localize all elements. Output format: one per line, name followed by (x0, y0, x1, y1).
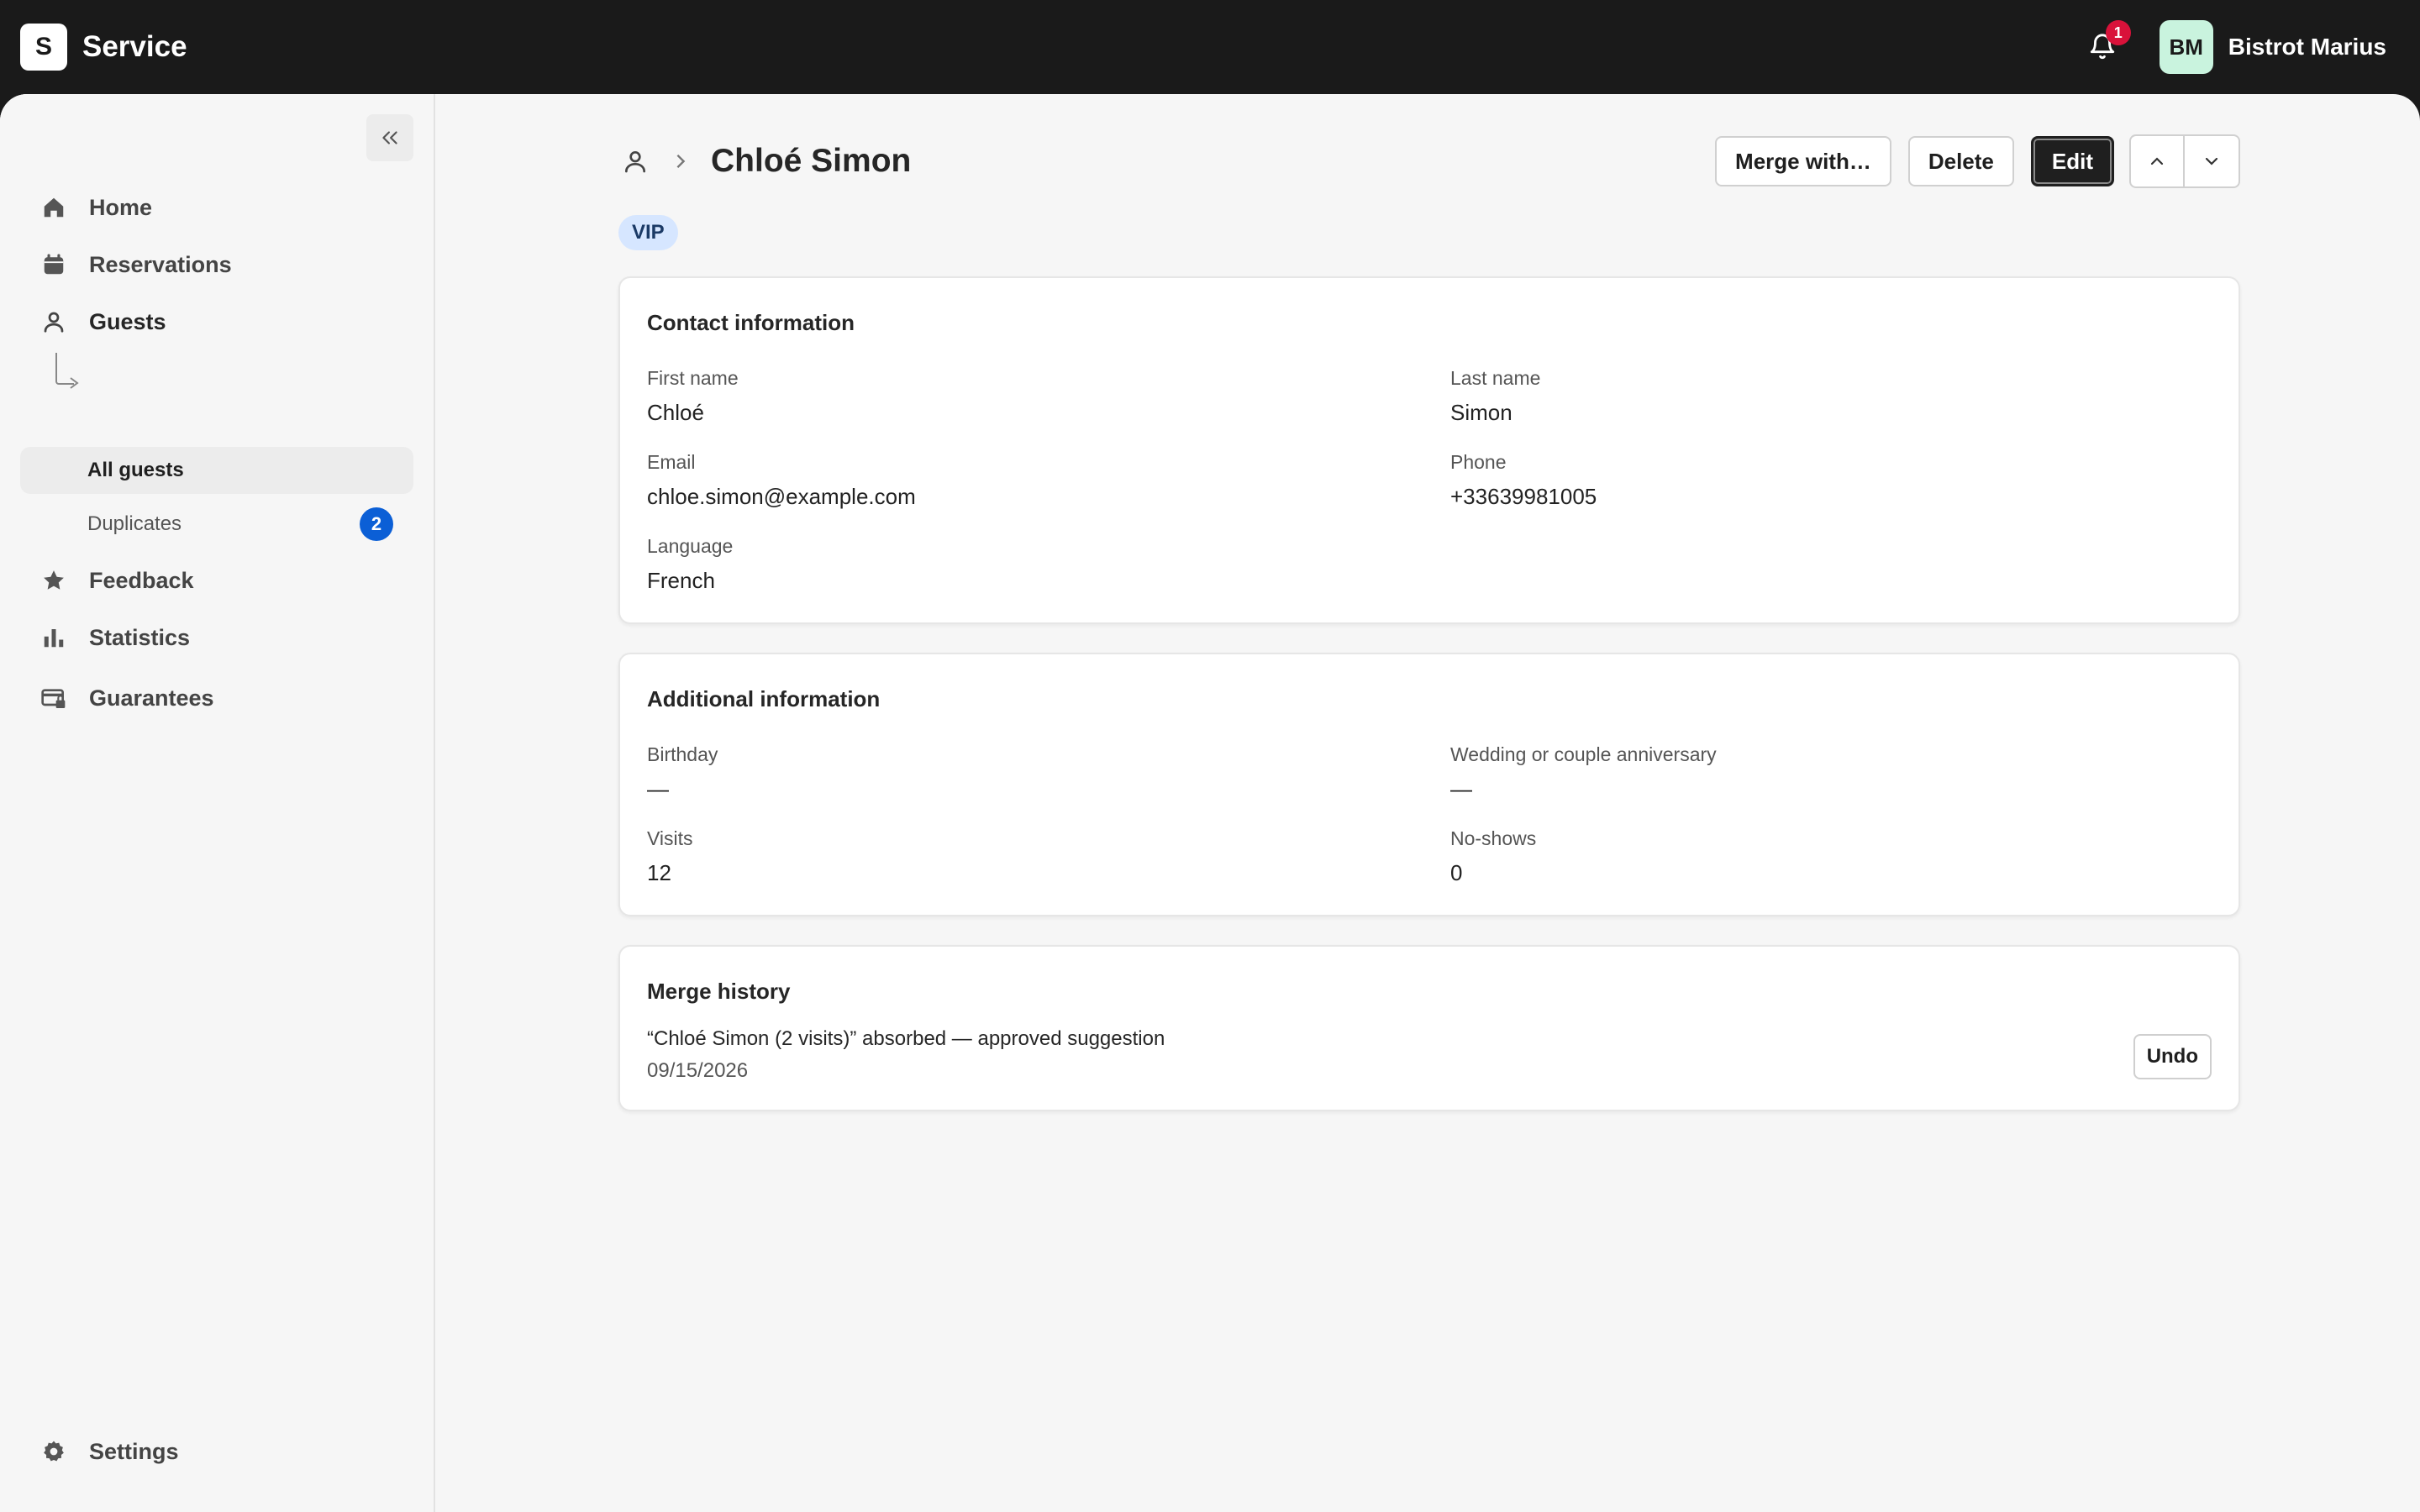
merge-history-card: Merge history “Chloé Simon (2 visits)” a… (618, 945, 2240, 1111)
sidebar-item-reservations[interactable]: Reservations (20, 239, 413, 290)
card-title: Additional information (647, 686, 881, 711)
duplicates-count-badge: 2 (360, 507, 393, 541)
previous-guest-button[interactable] (2129, 134, 2185, 188)
app-logo[interactable]: S (20, 24, 67, 71)
sidebar-subitem-label: All guests (87, 459, 184, 481)
visits-field: Visits 12 (647, 827, 693, 886)
sidebar-subitem-label: Duplicates (87, 512, 182, 535)
field-value: 12 (647, 860, 671, 885)
notifications-button[interactable]: 1 (2079, 20, 2131, 71)
double-chevron-left-icon (382, 131, 397, 144)
merge-history-entry-date: 09/15/2026 (647, 1059, 749, 1082)
birthday-field: Birthday — (647, 743, 718, 802)
sidebar-item-guarantees[interactable]: Guarantees (20, 673, 413, 723)
field-value: Simon (1450, 400, 1512, 425)
home-icon (40, 194, 67, 221)
sidebar-item-feedback[interactable]: Feedback (20, 555, 413, 606)
first-name-field: First name Chloé (647, 367, 739, 426)
org-name[interactable]: Bistrot Marius (2228, 34, 2386, 60)
phone-field: Phone +33639981005 (1450, 451, 1597, 510)
field-value: 0 (1450, 860, 1463, 885)
sidebar-item-label: Home (89, 194, 153, 220)
field-label: Phone (1450, 451, 1507, 473)
record-navigation (2129, 134, 2240, 188)
field-label: First name (647, 367, 739, 389)
additional-information-card: Additional information Birthday — Weddin… (618, 653, 2240, 916)
sidebar-item-label: Guarantees (89, 685, 214, 711)
next-guest-button[interactable] (2185, 134, 2240, 188)
merge-with-button[interactable]: Merge with… (1715, 136, 1891, 186)
notification-count-badge: 1 (2105, 20, 2131, 45)
undo-merge-button[interactable]: Undo (2133, 1034, 2212, 1079)
field-value: — (1450, 776, 1472, 801)
chevron-right-icon (671, 144, 691, 178)
sidebar-item-label: Reservations (89, 251, 232, 277)
sidebar-item-label: Feedback (89, 567, 194, 593)
star-icon (40, 567, 67, 594)
page-title: Chloé Simon (711, 143, 912, 179)
field-value: +33639981005 (1450, 484, 1597, 509)
field-value: Chloé (647, 400, 704, 425)
person-icon (40, 308, 67, 335)
merge-history-entry-text: “Chloé Simon (2 visits)” absorbed — appr… (647, 1027, 1165, 1050)
edit-button[interactable]: Edit (2030, 136, 2114, 186)
field-label: Last name (1450, 367, 1541, 389)
breadcrumb-guests-link[interactable] (618, 144, 652, 178)
main-content: Chloé Simon Merge with… Delete Edit VIP … (437, 94, 2420, 1512)
chevron-up-icon (2150, 157, 2164, 165)
field-label: No-shows (1450, 827, 1537, 849)
sidebar: Home Reservations Guests All guests Dupl… (0, 94, 435, 1512)
email-field: Email chloe.simon@example.com (647, 451, 916, 510)
avatar[interactable]: BM (2159, 20, 2213, 74)
collapse-sidebar-button[interactable] (366, 114, 413, 161)
card-title: Contact information (647, 310, 855, 335)
sidebar-item-label: Statistics (89, 624, 191, 650)
contact-information-card: Contact information First name Chloé Las… (618, 276, 2240, 624)
arrow-right-icon (70, 377, 79, 389)
sidebar-subitem-all-guests[interactable]: All guests (20, 447, 413, 494)
field-value: — (647, 776, 669, 801)
bar-chart-icon (40, 624, 67, 651)
anniversary-field: Wedding or couple anniversary — (1450, 743, 1717, 802)
sidebar-item-statistics[interactable]: Statistics (20, 612, 413, 663)
calendar-icon (40, 251, 67, 278)
field-label: Birthday (647, 743, 718, 765)
gear-icon (40, 1438, 67, 1465)
field-label: Visits (647, 827, 693, 849)
card-title: Merge history (647, 979, 791, 1004)
delete-button[interactable]: Delete (1907, 136, 2014, 186)
field-label: Email (647, 451, 696, 473)
chevron-down-icon (2205, 157, 2218, 165)
field-value: chloe.simon@example.com (647, 484, 916, 509)
field-value: French (647, 568, 715, 593)
card-lock-icon (40, 685, 67, 711)
top-bar: S Service 1 BM Bistrot Marius (0, 0, 2420, 94)
field-label: Wedding or couple anniversary (1450, 743, 1717, 765)
page-actions: Merge with… Delete Edit (1698, 133, 2240, 190)
sidebar-item-home[interactable]: Home (20, 182, 413, 233)
sidebar-subitem-duplicates[interactable]: Duplicates 2 (20, 501, 413, 548)
sidebar-item-label: Guests (89, 308, 166, 334)
sidebar-item-guests[interactable]: Guests (20, 297, 413, 347)
language-field: Language French (647, 535, 733, 594)
vip-tag: VIP (618, 215, 678, 250)
top-right-controls: 1 BM Bistrot Marius (2079, 0, 2386, 94)
app-name: Service (82, 30, 187, 63)
last-name-field: Last name Simon (1450, 367, 1540, 426)
no-shows-field: No-shows 0 (1450, 827, 1536, 886)
page-header: Chloé Simon Merge with… Delete Edit (618, 133, 2240, 190)
sidebar-item-label: Settings (89, 1438, 179, 1464)
app-surface: Home Reservations Guests All guests Dupl… (0, 94, 2420, 1512)
sidebar-item-settings[interactable]: Settings (20, 1426, 413, 1477)
field-label: Language (647, 535, 734, 557)
person-icon (625, 151, 645, 173)
